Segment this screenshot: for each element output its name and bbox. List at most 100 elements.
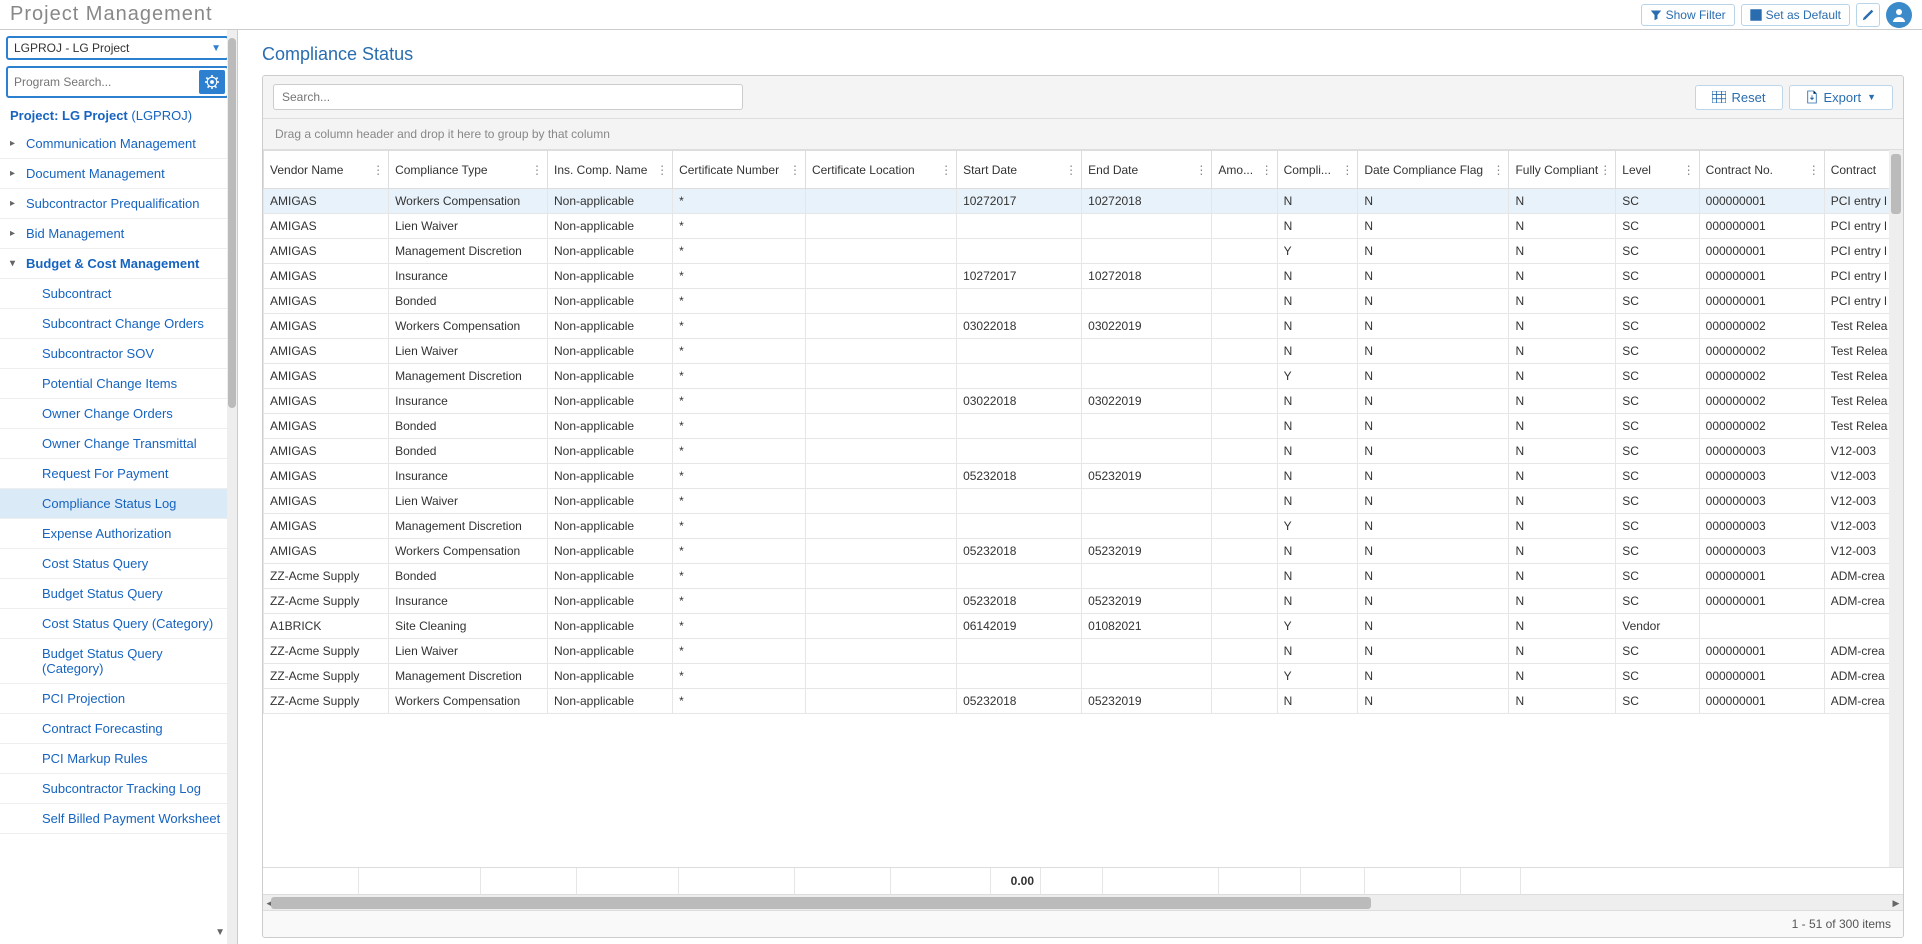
column-header-12[interactable]: Contract No.⋮ [1699,151,1824,189]
column-header-5[interactable]: Start Date⋮ [957,151,1082,189]
sidebar-scrollbar-thumb[interactable] [228,38,236,408]
sidebar-subitem-14[interactable]: Contract Forecasting [0,714,237,744]
table-row[interactable]: AMIGASBondedNon-applicable*NNNSC00000000… [264,289,1903,314]
sidebar-subitem-8[interactable]: Expense Authorization [0,519,237,549]
table-cell: 01082021 [1082,614,1212,639]
grid-search-input[interactable] [273,84,743,110]
table-row[interactable]: AMIGASInsuranceNon-applicable*1027201710… [264,264,1903,289]
column-menu-icon[interactable]: ⋮ [372,163,384,177]
project-select[interactable]: LGPROJ - LG Project ▼ [6,36,229,60]
show-filter-button[interactable]: Show Filter [1641,4,1735,26]
column-header-11[interactable]: Level⋮ [1616,151,1699,189]
sidebar-subitem-12[interactable]: Budget Status Query (Category) [0,639,237,684]
table-row[interactable]: AMIGASLien WaiverNon-applicable*NNNSC000… [264,489,1903,514]
table-row[interactable]: AMIGASWorkers CompensationNon-applicable… [264,189,1903,214]
sidebar-subitem-13[interactable]: PCI Projection [0,684,237,714]
table-row[interactable]: AMIGASInsuranceNon-applicable*0523201805… [264,464,1903,489]
set-default-button[interactable]: Set as Default [1741,4,1850,26]
sidebar-subitem-10[interactable]: Budget Status Query [0,579,237,609]
column-menu-icon[interactable]: ⋮ [1261,163,1273,177]
sidebar-item-1[interactable]: Document Management [0,159,237,189]
table-row[interactable]: A1BRICKSite CleaningNon-applicable*06142… [264,614,1903,639]
sidebar-subitem-15[interactable]: PCI Markup Rules [0,744,237,774]
column-header-1[interactable]: Compliance Type⋮ [389,151,548,189]
table-row[interactable]: ZZ-Acme SupplyLien WaiverNon-applicable*… [264,639,1903,664]
sidebar-item-0[interactable]: Communication Management [0,129,237,159]
reset-button[interactable]: Reset [1695,85,1783,110]
table-row[interactable]: ZZ-Acme SupplyWorkers CompensationNon-ap… [264,689,1903,714]
table-cell [957,639,1082,664]
table-cell: N [1358,414,1509,439]
grid-vertical-scrollbar-thumb[interactable] [1891,154,1901,214]
table-cell: N [1358,564,1509,589]
table-row[interactable]: AMIGASWorkers CompensationNon-applicable… [264,314,1903,339]
column-menu-icon[interactable]: ⋮ [1683,163,1695,177]
column-menu-icon[interactable]: ⋮ [1599,163,1611,177]
table-row[interactable]: AMIGASBondedNon-applicable*NNNSC00000000… [264,439,1903,464]
sidebar-subitem-5[interactable]: Owner Change Transmittal [0,429,237,459]
column-menu-icon[interactable]: ⋮ [1195,163,1207,177]
scroll-right-icon[interactable]: ▶ [1889,897,1903,909]
sidebar-subitem-11[interactable]: Cost Status Query (Category) [0,609,237,639]
grid-vertical-scrollbar[interactable] [1889,150,1903,867]
table-row[interactable]: AMIGASLien WaiverNon-applicable*NNNSC000… [264,339,1903,364]
column-header-7[interactable]: Amo...⋮ [1212,151,1277,189]
table-row[interactable]: AMIGASManagement DiscretionNon-applicabl… [264,364,1903,389]
sidebar-subitem-9[interactable]: Cost Status Query [0,549,237,579]
sidebar-subitem-6[interactable]: Request For Payment [0,459,237,489]
sidebar-subitem-7[interactable]: Compliance Status Log [0,489,237,519]
sidebar-subitem-0[interactable]: Subcontract [0,279,237,309]
column-header-10[interactable]: Fully Compliant⋮ [1509,151,1616,189]
program-search-input[interactable] [10,70,195,94]
grid-horizontal-scrollbar-thumb[interactable] [271,897,1371,909]
sidebar-subitem-17[interactable]: Self Billed Payment Worksheet [0,804,237,834]
table-cell: 10272018 [1082,264,1212,289]
column-header-8[interactable]: Compli...⋮ [1277,151,1358,189]
table-cell: 000000001 [1699,689,1824,714]
column-menu-icon[interactable]: ⋮ [1341,163,1353,177]
table-row[interactable]: AMIGASInsuranceNon-applicable*0302201803… [264,389,1903,414]
export-button[interactable]: Export ▼ [1789,85,1894,110]
search-settings-button[interactable] [199,70,225,94]
table-row[interactable]: AMIGASWorkers CompensationNon-applicable… [264,539,1903,564]
sidebar-item-2[interactable]: Subcontractor Prequalification [0,189,237,219]
column-menu-icon[interactable]: ⋮ [1065,163,1077,177]
user-menu-button[interactable] [1886,2,1912,28]
table-cell: N [1509,539,1616,564]
edit-button[interactable] [1856,3,1880,27]
column-header-6[interactable]: End Date⋮ [1082,151,1212,189]
table-cell [1082,564,1212,589]
column-menu-icon[interactable]: ⋮ [940,163,952,177]
column-header-2[interactable]: Ins. Comp. Name⋮ [548,151,673,189]
table-cell: N [1509,314,1616,339]
table-cell: N [1358,189,1509,214]
table-row[interactable]: ZZ-Acme SupplyInsuranceNon-applicable*05… [264,589,1903,614]
column-header-4[interactable]: Certificate Location⋮ [805,151,956,189]
column-header-3[interactable]: Certificate Number⋮ [673,151,806,189]
column-header-9[interactable]: Date Compliance Flag⋮ [1358,151,1509,189]
column-menu-icon[interactable]: ⋮ [656,163,668,177]
column-menu-icon[interactable]: ⋮ [531,163,543,177]
group-by-bar[interactable]: Drag a column header and drop it here to… [263,119,1903,150]
table-row[interactable]: AMIGASLien WaiverNon-applicable*NNNSC000… [264,214,1903,239]
column-menu-icon[interactable]: ⋮ [1492,163,1504,177]
sidebar-subitem-1[interactable]: Subcontract Change Orders [0,309,237,339]
sidebar-item-3[interactable]: Bid Management [0,219,237,249]
grid-horizontal-scrollbar[interactable]: ◀ ▶ [263,894,1903,910]
column-menu-icon[interactable]: ⋮ [789,163,801,177]
sidebar-subitem-4[interactable]: Owner Change Orders [0,399,237,429]
sidebar-subitem-3[interactable]: Potential Change Items [0,369,237,399]
table-row[interactable]: AMIGASBondedNon-applicable*NNNSC00000000… [264,414,1903,439]
table-row[interactable]: ZZ-Acme SupplyBondedNon-applicable*NNNSC… [264,564,1903,589]
sidebar-scrollbar[interactable] [227,30,237,944]
table-cell: N [1277,489,1358,514]
table-row[interactable]: AMIGASManagement DiscretionNon-applicabl… [264,514,1903,539]
column-menu-icon[interactable]: ⋮ [1808,163,1820,177]
sidebar-subitem-16[interactable]: Subcontractor Tracking Log [0,774,237,804]
sidebar-subitem-2[interactable]: Subcontractor SOV [0,339,237,369]
sidebar-item-4[interactable]: Budget & Cost Management [0,249,237,279]
table-cell [957,239,1082,264]
column-header-0[interactable]: Vendor Name⋮ [264,151,389,189]
table-row[interactable]: AMIGASManagement DiscretionNon-applicabl… [264,239,1903,264]
table-row[interactable]: ZZ-Acme SupplyManagement DiscretionNon-a… [264,664,1903,689]
